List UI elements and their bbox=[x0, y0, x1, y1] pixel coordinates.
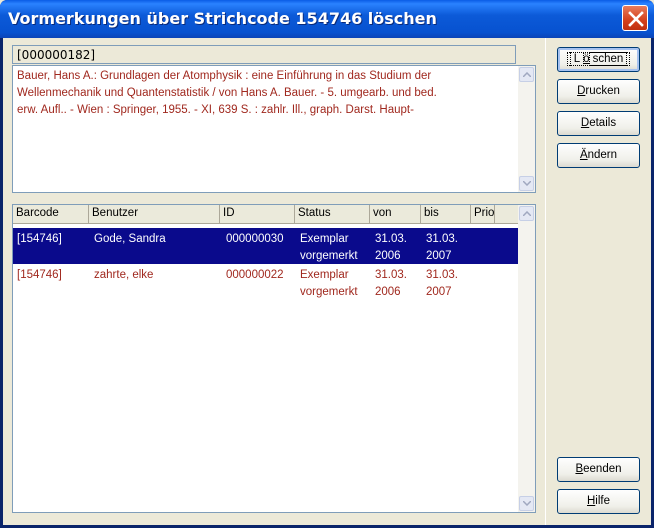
column-header-von[interactable]: von bbox=[370, 205, 421, 224]
cell-id: 000000022 bbox=[226, 269, 284, 281]
cell-von: 31.03. 2006 bbox=[375, 231, 407, 265]
list-header: Barcode Benutzer ID Status von bis Prio bbox=[13, 205, 519, 224]
reservation-list[interactable]: Barcode Benutzer ID Status von bis Prio … bbox=[12, 204, 536, 513]
cell-von: 31.03. 2006 bbox=[375, 267, 407, 301]
label-part: L bbox=[569, 52, 585, 66]
cell-benutzer: Gode, Sandra bbox=[94, 233, 166, 245]
window-title: Vormerkungen über Strichcode 154746 lösc… bbox=[8, 9, 437, 28]
column-header-filler bbox=[495, 205, 519, 224]
label-part: etails bbox=[589, 117, 617, 129]
record-line: erw. Aufl.. - Wien : Springer, 1955. - X… bbox=[17, 104, 414, 116]
cell-id: 000000030 bbox=[226, 233, 284, 245]
record-text: Bauer, Hans A.: Grundlagen der Atomphysi… bbox=[17, 68, 507, 119]
scroll-up-button[interactable] bbox=[519, 206, 534, 221]
cell-von-line: 2006 bbox=[375, 250, 401, 262]
chevron-up-icon bbox=[523, 211, 531, 216]
cell-status: Exemplar vorgemerkt bbox=[300, 267, 358, 301]
cell-von-line: 31.03. bbox=[375, 269, 407, 281]
column-header-status[interactable]: Status bbox=[295, 205, 370, 224]
table-row[interactable]: [154746] Gode, Sandra 000000030 Exemplar… bbox=[13, 228, 519, 264]
chevron-up-icon bbox=[523, 72, 531, 77]
help-button[interactable]: Hilfe bbox=[557, 489, 640, 514]
close-icon bbox=[628, 11, 644, 27]
label-mnemonic: ö bbox=[583, 53, 590, 65]
cell-benutzer: zahrte, elke bbox=[94, 269, 154, 281]
chevron-down-icon bbox=[523, 181, 531, 186]
print-button[interactable]: Drucken bbox=[557, 79, 640, 104]
cell-barcode: [154746] bbox=[17, 233, 62, 245]
label-part: schen bbox=[588, 52, 628, 66]
cell-bis: 31.03. 2007 bbox=[426, 267, 458, 301]
cell-status-line: vorgemerkt bbox=[300, 250, 358, 262]
cell-bis-line: 2007 bbox=[426, 250, 452, 262]
label-part: ndern bbox=[587, 149, 618, 161]
dialog-client: [000000182] Bauer, Hans A.: Grundlagen d… bbox=[3, 38, 651, 525]
column-header-id[interactable]: ID bbox=[220, 205, 295, 224]
cell-bis-line: 2007 bbox=[426, 286, 452, 298]
cell-status-line: Exemplar bbox=[300, 269, 349, 281]
cell-bis: 31.03. 2007 bbox=[426, 231, 458, 265]
delete-button[interactable]: Lö schen bbox=[557, 47, 640, 72]
label-mnemonic: B bbox=[575, 463, 584, 475]
record-description[interactable]: Bauer, Hans A.: Grundlagen der Atomphysi… bbox=[12, 65, 536, 193]
label-mnemonic: D bbox=[580, 117, 590, 129]
dialog-window: Vormerkungen über Strichcode 154746 lösc… bbox=[0, 0, 654, 528]
cell-von-line: 2006 bbox=[375, 286, 401, 298]
cell-status: Exemplar vorgemerkt bbox=[300, 231, 358, 265]
details-button[interactable]: Details bbox=[557, 111, 640, 136]
label-part: eenden bbox=[583, 463, 622, 475]
record-line: Bauer, Hans A.: Grundlagen der Atomphysi… bbox=[17, 70, 432, 82]
chevron-down-icon bbox=[523, 501, 531, 506]
title-bar[interactable]: Vormerkungen über Strichcode 154746 lösc… bbox=[0, 0, 654, 38]
label-mnemonic: Ä bbox=[579, 149, 588, 161]
label-part: ilfe bbox=[595, 495, 610, 507]
scroll-down-button[interactable] bbox=[519, 496, 534, 511]
cell-von-line: 31.03. bbox=[375, 233, 407, 245]
cell-bis-line: 31.03. bbox=[426, 233, 458, 245]
label-part: rucken bbox=[585, 85, 620, 97]
cell-barcode: [154746] bbox=[17, 269, 62, 281]
column-header-benutzer[interactable]: Benutzer bbox=[89, 205, 220, 224]
cell-status-line: vorgemerkt bbox=[300, 286, 358, 298]
delete-button-label: Lö schen bbox=[566, 52, 631, 66]
record-scrollbar[interactable] bbox=[518, 66, 535, 192]
change-button[interactable]: Ändern bbox=[557, 143, 640, 168]
cell-status-line: Exemplar bbox=[300, 233, 349, 245]
record-id-field: [000000182] bbox=[12, 45, 516, 64]
column-header-barcode[interactable]: Barcode bbox=[13, 205, 89, 224]
list-scrollbar[interactable] bbox=[518, 205, 535, 512]
record-line: Wellenmechanik und Quantenstatistik / vo… bbox=[17, 87, 437, 99]
table-row[interactable]: [154746] zahrte, elke 000000022 Exemplar… bbox=[13, 264, 519, 300]
close-button[interactable] bbox=[622, 5, 648, 31]
cell-bis-line: 31.03. bbox=[426, 269, 458, 281]
exit-button[interactable]: Beenden bbox=[557, 457, 640, 482]
scroll-up-button[interactable] bbox=[519, 67, 534, 82]
scroll-down-button[interactable] bbox=[519, 176, 534, 191]
column-header-bis[interactable]: bis bbox=[421, 205, 471, 224]
column-header-prio[interactable]: Prio bbox=[471, 205, 495, 224]
